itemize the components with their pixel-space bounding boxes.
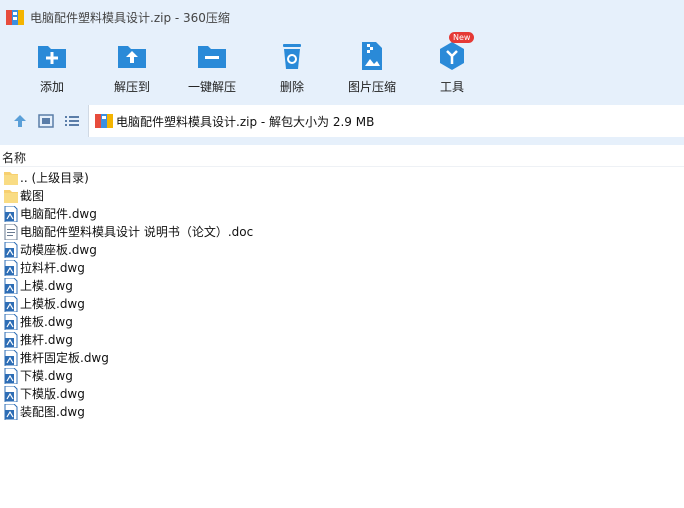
file-row[interactable]: 上模.dwg bbox=[0, 277, 684, 295]
window-title: 电脑配件塑料模具设计.zip - 360压缩 bbox=[30, 11, 230, 25]
delete-label: 删除 bbox=[279, 80, 304, 94]
image-compress-label: 图片压缩 bbox=[347, 80, 396, 94]
file-name: 推杆固定板.dwg bbox=[20, 351, 109, 365]
file-row[interactable]: 下模版.dwg bbox=[0, 385, 684, 403]
delete-button[interactable]: 删除 bbox=[252, 36, 332, 98]
file-name: 下模.dwg bbox=[20, 369, 73, 383]
add-label: 添加 bbox=[39, 80, 64, 94]
file-name: 推板.dwg bbox=[20, 315, 73, 329]
up-arrow-icon[interactable] bbox=[11, 112, 29, 130]
file-row[interactable]: 电脑配件塑料模具设计 说明书（论文）.doc bbox=[0, 223, 684, 241]
tools-icon bbox=[440, 42, 464, 70]
file-row[interactable]: 推杆固定板.dwg bbox=[0, 349, 684, 367]
folder-icon bbox=[4, 190, 18, 203]
one-click-extract-icon bbox=[198, 46, 226, 68]
tools-button[interactable]: New 工具 bbox=[412, 32, 492, 98]
thumbnail-view-icon[interactable] bbox=[37, 112, 55, 130]
archive-icon bbox=[95, 114, 113, 128]
extract-to-label: 解压到 bbox=[113, 80, 150, 94]
add-icon bbox=[38, 46, 66, 68]
file-row[interactable]: 上模板.dwg bbox=[0, 295, 684, 313]
dwg-file-icon bbox=[4, 242, 18, 258]
dwg-file-icon bbox=[4, 386, 18, 402]
toolbar: 添加 解压到 一键解压 删除 图片压缩 New 工具 bbox=[0, 32, 684, 98]
dwg-file-icon bbox=[4, 404, 18, 420]
extract-to-button[interactable]: 解压到 bbox=[92, 36, 172, 98]
tools-label: 工具 bbox=[439, 80, 464, 94]
file-name: 上模板.dwg bbox=[20, 297, 85, 311]
file-row[interactable]: 装配图.dwg bbox=[0, 403, 684, 421]
file-row[interactable]: 拉料杆.dwg bbox=[0, 259, 684, 277]
file-row[interactable]: 电脑配件.dwg bbox=[0, 205, 684, 223]
one-click-extract-button[interactable]: 一键解压 bbox=[172, 36, 252, 98]
file-name: 拉料杆.dwg bbox=[20, 261, 85, 275]
dwg-file-icon bbox=[4, 278, 18, 294]
file-row[interactable]: .. (上级目录) bbox=[0, 169, 684, 187]
title-bar: 电脑配件塑料模具设计.zip - 360压缩 bbox=[0, 0, 684, 34]
dwg-file-icon bbox=[4, 260, 18, 276]
file-name: 装配图.dwg bbox=[20, 405, 85, 419]
dwg-file-icon bbox=[4, 206, 18, 222]
path-bar[interactable]: 电脑配件塑料模具设计.zip - 解包大小为 2.9 MB bbox=[88, 105, 684, 137]
file-name: 电脑配件.dwg bbox=[20, 207, 97, 221]
add-button[interactable]: 添加 bbox=[12, 36, 92, 98]
archive-app-icon bbox=[6, 10, 24, 25]
file-name: 电脑配件塑料模具设计 说明书（论文）.doc bbox=[20, 225, 254, 239]
delete-icon bbox=[283, 44, 301, 69]
file-name: .. (上级目录) bbox=[20, 171, 89, 185]
dwg-file-icon bbox=[4, 332, 18, 348]
column-header: 名称 bbox=[0, 145, 684, 167]
new-badge: New bbox=[449, 32, 475, 43]
file-name: 动模座板.dwg bbox=[20, 243, 97, 257]
path-text: 电脑配件塑料模具设计.zip - 解包大小为 2.9 MB bbox=[116, 115, 375, 129]
file-name: 推杆.dwg bbox=[20, 333, 73, 347]
file-name: 下模版.dwg bbox=[20, 387, 85, 401]
column-name-header[interactable]: 名称 bbox=[2, 149, 26, 166]
dwg-file-icon bbox=[4, 350, 18, 366]
file-row[interactable]: 动模座板.dwg bbox=[0, 241, 684, 259]
one-click-extract-label: 一键解压 bbox=[187, 80, 236, 94]
doc-file-icon bbox=[4, 224, 18, 240]
file-row[interactable]: 下模.dwg bbox=[0, 367, 684, 385]
file-row[interactable]: 推板.dwg bbox=[0, 313, 684, 331]
file-name: 截图 bbox=[20, 189, 45, 203]
file-row[interactable]: 截图 bbox=[0, 187, 684, 205]
list-view-icon[interactable] bbox=[63, 112, 81, 130]
dwg-file-icon bbox=[4, 314, 18, 330]
file-row[interactable]: 推杆.dwg bbox=[0, 331, 684, 349]
file-name: 上模.dwg bbox=[20, 279, 73, 293]
dwg-file-icon bbox=[4, 368, 18, 384]
folder-icon bbox=[4, 172, 18, 185]
extract-to-icon bbox=[118, 46, 146, 68]
dwg-file-icon bbox=[4, 296, 18, 312]
image-compress-icon bbox=[362, 42, 382, 70]
image-compress-button[interactable]: 图片压缩 bbox=[332, 36, 412, 98]
